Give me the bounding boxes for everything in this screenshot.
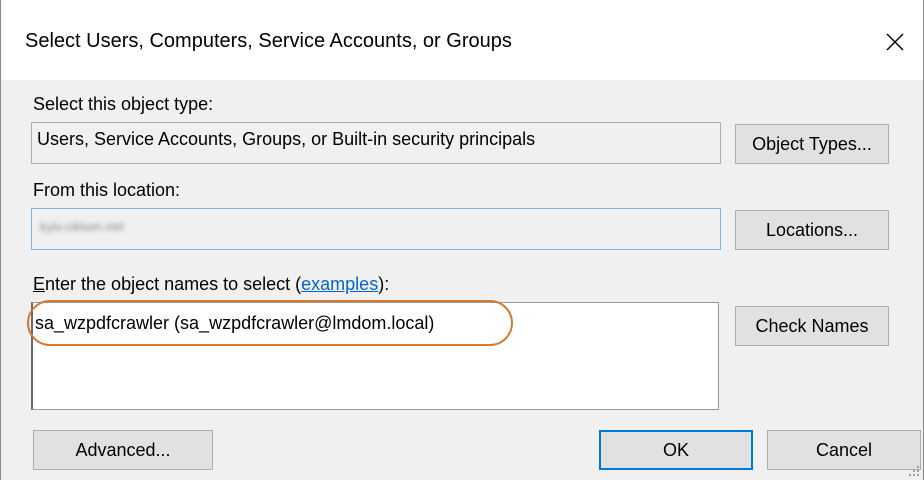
object-names-input[interactable]: sa_wzpdfcrawler (sa_wzpdfcrawler@lmdom.l… [31,302,719,410]
advanced-button[interactable]: Advanced... [33,430,213,470]
close-icon [886,33,904,51]
object-names-label-suffix: ): [378,274,390,294]
object-type-field: Users, Service Accounts, Groups, or Buil… [31,122,721,164]
locations-button[interactable]: Locations... [735,210,889,250]
close-button[interactable] [873,22,917,62]
examples-link[interactable]: examples [301,274,378,294]
dialog-window: Select Users, Computers, Service Account… [0,0,924,480]
ok-button[interactable]: OK [599,430,753,470]
object-names-value[interactable]: sa_wzpdfcrawler (sa_wzpdfcrawler@lmdom.l… [35,313,434,334]
check-names-button[interactable]: Check Names [735,306,889,346]
title-bar: Select Users, Computers, Service Account… [1,0,923,80]
object-types-button[interactable]: Object Types... [735,124,889,164]
access-key-letter: E [33,274,46,294]
dialog-title: Select Users, Computers, Service Account… [25,30,512,52]
resize-grip-icon[interactable] [907,464,921,478]
object-names-label: Enter the object names to select (exampl… [33,274,389,295]
object-type-label: Select this object type: [33,94,214,114]
location-value: kyiv.ciklum.net [40,219,124,234]
location-label: From this location: [33,180,181,200]
location-field: kyiv.ciklum.net [31,208,721,250]
object-names-label-text: nter the object names to select ( [45,274,302,294]
cancel-button[interactable]: Cancel [767,430,921,470]
object-type-value: Users, Service Accounts, Groups, or Buil… [37,129,536,149]
